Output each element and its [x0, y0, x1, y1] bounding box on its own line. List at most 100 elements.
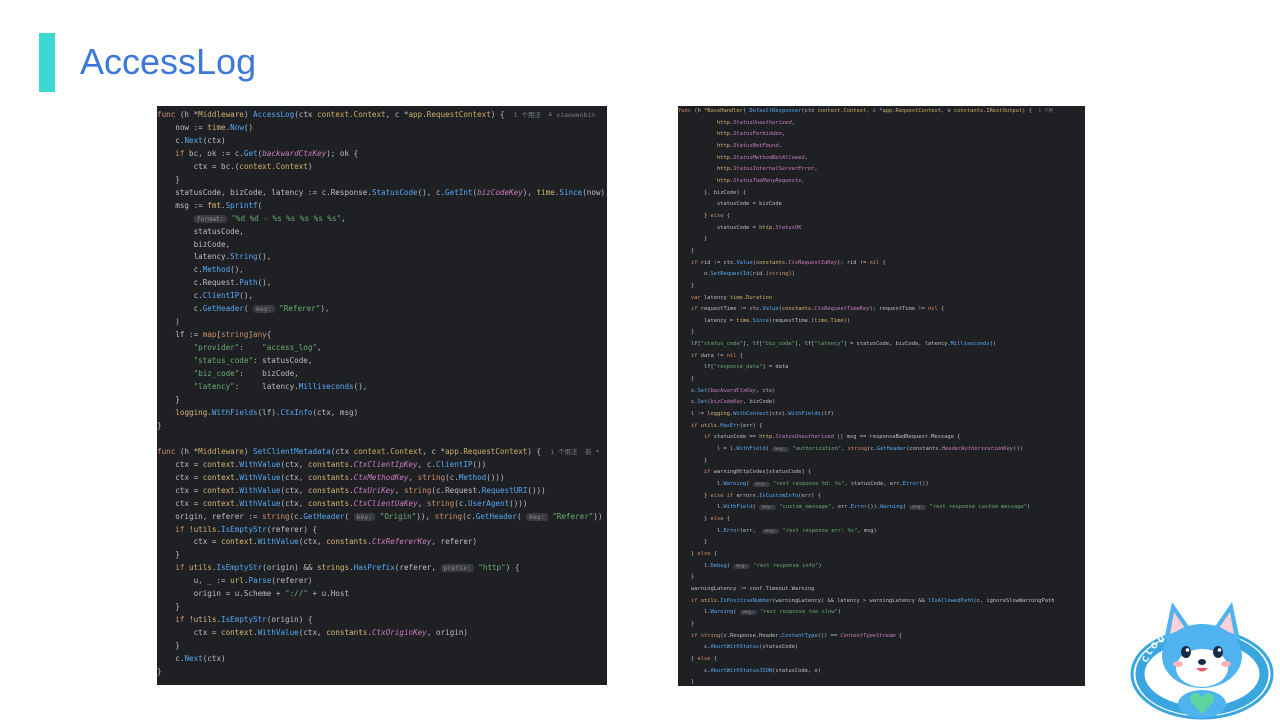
code-line: http.StatusUnauthorized, [678, 118, 1085, 130]
code-token: , c * [422, 446, 446, 456]
code-token: } [678, 620, 695, 627]
code-token: BaseHandler [707, 108, 743, 114]
code-token: } [157, 641, 180, 651]
code-token: { [723, 515, 730, 522]
code-line: l.Warning( msg: "rest response %d: %s", … [678, 479, 1085, 491]
code-line: } [678, 246, 1085, 258]
code-token: l. [678, 481, 724, 487]
code-token: , bizCode) [742, 399, 776, 406]
code-token: GetHeader [303, 511, 345, 521]
code-token: ctx = [157, 485, 203, 495]
code-token: fmt [207, 200, 222, 210]
code-token: l. [678, 562, 711, 569]
code-line: if requestTime := ctx.Value(constants.Ct… [678, 304, 1085, 316]
code-token: (), [230, 265, 244, 275]
code-token: constants [307, 485, 350, 495]
code-token: + u.Host [307, 589, 350, 599]
code-line: ctx = context.WithValue(ctx, constants.C… [157, 472, 607, 485]
code-token: string [426, 498, 455, 508]
code-token: AbortWithStatusJSON [710, 667, 773, 674]
code-token: } [157, 420, 162, 430]
code-line: } [678, 456, 1085, 468]
code-token: CtxRequestIdKey [788, 259, 838, 266]
code-token: http [716, 142, 730, 149]
code-token: (c. [289, 511, 304, 521]
code-token: } [678, 655, 698, 662]
code-token: c. [157, 654, 185, 664]
code-token: CtxMethodKey [353, 472, 409, 482]
code-line: if warningHttpCodes[statusCode] { [678, 467, 1085, 479]
code-token: (requestTime.( [768, 317, 815, 324]
code-line: if utils.HasErr(err) { [678, 421, 1085, 433]
code-token: } [157, 174, 180, 184]
code-token: ); requestTime != [869, 306, 928, 313]
code-token: )) [843, 317, 851, 324]
code-token: } [678, 212, 711, 219]
code-token: (c, ignoreSlowWarningPath [973, 597, 1055, 604]
code-token: origin, referer := [157, 511, 263, 521]
code-token: { [266, 330, 272, 340]
code-token: func [157, 446, 180, 456]
code-token: Warning [710, 609, 734, 616]
code-token: "rest response info" [753, 562, 819, 569]
code-token: statusCode, [157, 226, 244, 236]
code-line: } [678, 677, 1085, 686]
parameter-hint: key: [253, 305, 275, 314]
code-token: if [690, 422, 701, 429]
code-token: backwardCtxKey [262, 148, 327, 158]
code-token: (constants. [906, 446, 942, 453]
code-token: "response_data" [713, 364, 763, 371]
code-token: if [690, 597, 701, 604]
code-token: constants [781, 306, 812, 313]
code-token: backwardCtxKey [710, 387, 756, 394]
code-token: || msg == responseBadRequest.Message { [833, 434, 961, 441]
code-token: (ctx [801, 108, 818, 114]
code-token: Sprintf [225, 200, 258, 210]
code-token: (), [239, 291, 254, 301]
code-token: Parse [248, 576, 272, 586]
code-token: time [536, 187, 555, 197]
code-token: ctx = [157, 472, 203, 482]
parameter-hint: msg: [752, 482, 770, 487]
code-token: "://" [285, 589, 308, 599]
code-token: ())) [486, 472, 505, 482]
code-token: ( [344, 511, 354, 521]
code-token: (referer) [271, 576, 313, 586]
code-token: } [678, 457, 708, 464]
code-token: Debug [710, 562, 727, 569]
code-token: ] = data [762, 364, 789, 371]
code-token: if [690, 632, 701, 639]
code-line: } [157, 666, 607, 679]
code-line: c.GetHeader( key: "Referer"), [157, 303, 607, 316]
code-token: ctx = [157, 628, 222, 638]
code-token: StatusForbidden [733, 131, 782, 138]
code-token: app.RequestContext [408, 110, 491, 119]
code-line: } [678, 281, 1085, 293]
code-token: HasPrefix [353, 563, 395, 573]
code-token: (referer) { [266, 524, 318, 534]
code-line: } [678, 234, 1085, 246]
code-token: (origin) { [266, 615, 313, 625]
code-token: Method [202, 265, 231, 275]
code-token: ctx = bc.( [157, 161, 240, 171]
code-token: ); rid != [837, 259, 870, 266]
code-token: string [434, 511, 463, 521]
code-token: ClientIP [435, 459, 473, 469]
code-token: requestTime := ctx. [700, 306, 763, 313]
code-token: Get [243, 148, 258, 158]
code-token: , [791, 119, 795, 126]
code-line: c.ClientIP(), [157, 290, 607, 303]
code-token: "access_log" [262, 343, 318, 353]
code-token: ) [243, 446, 254, 456]
code-line: if !utils.IsEmptyStr(referer) { [157, 524, 607, 537]
code-token: errorx. [736, 492, 760, 499]
code-token: (ctx, [280, 498, 308, 508]
code-token: (), [257, 252, 272, 262]
code-token: Middleware [198, 446, 244, 456]
